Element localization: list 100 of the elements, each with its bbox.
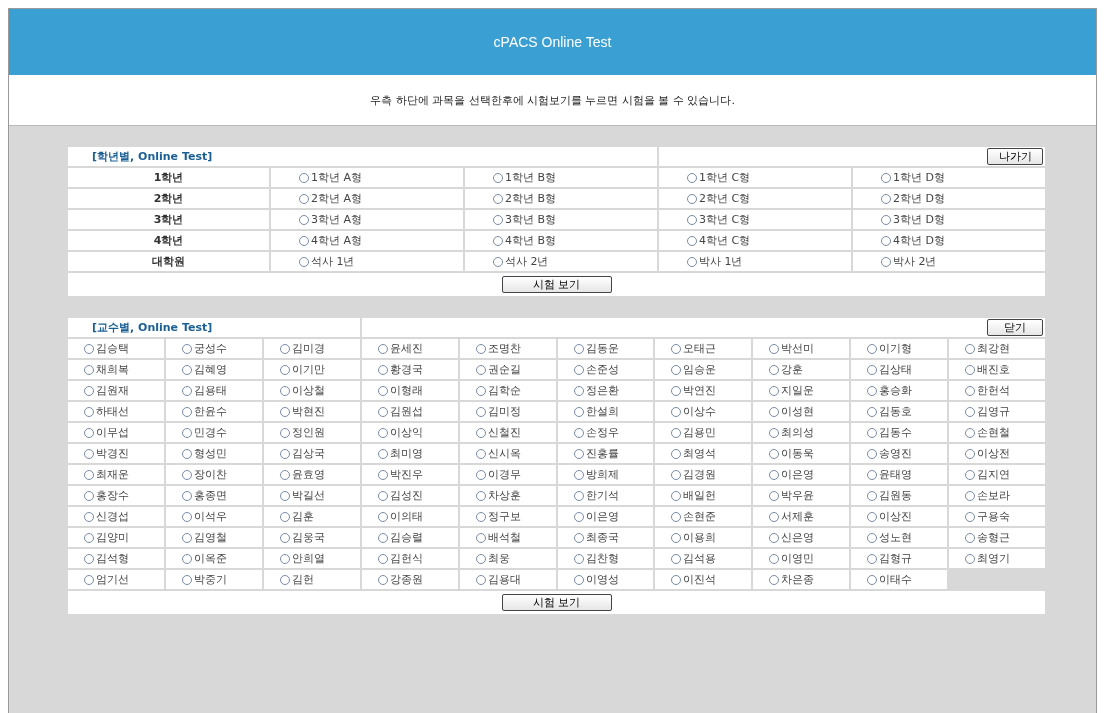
radio-button[interactable]: 김동수	[867, 425, 913, 440]
radio-button[interactable]: 배진호	[965, 362, 1011, 377]
radio-button[interactable]: 손준성	[573, 362, 619, 377]
radio-button[interactable]: 송영진	[867, 446, 913, 461]
radio-button[interactable]: 배석철	[475, 530, 521, 545]
radio-button[interactable]: 임승운	[671, 362, 717, 377]
radio-button[interactable]: 궁성수	[181, 341, 227, 356]
radio-button[interactable]: 차상훈	[475, 488, 521, 503]
radio-button[interactable]: 김동호	[867, 404, 913, 419]
radio-button[interactable]: 1학년 B형	[493, 170, 557, 185]
radio-button[interactable]: 홍승화	[867, 383, 913, 398]
radio-button[interactable]: 4학년 B형	[493, 233, 557, 248]
radio-button[interactable]: 한윤수	[181, 404, 227, 419]
radio-button[interactable]: 이상익	[377, 425, 423, 440]
radio-button[interactable]: 김헌식	[377, 551, 423, 566]
radio-button[interactable]: 김혜영	[181, 362, 227, 377]
radio-button[interactable]: 2학년 B형	[493, 191, 557, 206]
radio-button[interactable]: 박연진	[671, 383, 717, 398]
radio-button[interactable]: 박길선	[279, 488, 325, 503]
radio-button[interactable]: 이태수	[867, 572, 913, 587]
radio-button[interactable]: 4학년 D형	[881, 233, 945, 248]
radio-button[interactable]: 김상국	[279, 446, 325, 461]
radio-button[interactable]: 이의태	[377, 509, 423, 524]
radio-button[interactable]: 박경진	[84, 446, 129, 461]
radio-button[interactable]: 최웅	[475, 551, 510, 566]
radio-button[interactable]: 이은영	[573, 509, 619, 524]
radio-button[interactable]: 김찬형	[573, 551, 619, 566]
radio-button[interactable]: 윤태영	[867, 467, 913, 482]
radio-button[interactable]: 3학년 A형	[299, 212, 363, 227]
radio-button[interactable]: 이상전	[965, 446, 1011, 461]
radio-button[interactable]: 지일운	[769, 383, 815, 398]
radio-button[interactable]: 김원동	[867, 488, 913, 503]
radio-button[interactable]: 이석우	[181, 509, 227, 524]
radio-button[interactable]: 손현준	[671, 509, 717, 524]
radio-button[interactable]: 석사 1년	[299, 254, 355, 269]
close-button[interactable]: 닫기	[987, 319, 1043, 336]
radio-button[interactable]: 최종국	[573, 530, 619, 545]
radio-button[interactable]: 김헌	[279, 572, 314, 587]
radio-button[interactable]: 최의성	[769, 425, 815, 440]
radio-button[interactable]: 김영철	[181, 530, 227, 545]
radio-button[interactable]: 이기만	[279, 362, 325, 377]
radio-button[interactable]: 하태선	[84, 404, 129, 419]
radio-button[interactable]: 강훈	[769, 362, 804, 377]
radio-button[interactable]: 성노현	[867, 530, 913, 545]
radio-button[interactable]: 손현철	[965, 425, 1011, 440]
radio-button[interactable]: 윤세진	[377, 341, 423, 356]
radio-button[interactable]: 구용숙	[965, 509, 1011, 524]
radio-button[interactable]: 김훈	[279, 509, 314, 524]
radio-button[interactable]: 이기형	[867, 341, 913, 356]
radio-button[interactable]: 1학년 D형	[881, 170, 945, 185]
radio-button[interactable]: 김웅국	[279, 530, 325, 545]
radio-button[interactable]: 김지연	[965, 467, 1011, 482]
radio-button[interactable]: 박진우	[377, 467, 423, 482]
radio-button[interactable]: 박중기	[181, 572, 227, 587]
exit-button[interactable]: 나가기	[987, 148, 1043, 165]
radio-button[interactable]: 정구보	[475, 509, 521, 524]
radio-button[interactable]: 최영기	[965, 551, 1011, 566]
radio-button[interactable]: 이진석	[671, 572, 717, 587]
radio-button[interactable]: 김용태	[181, 383, 227, 398]
take-test-button[interactable]: 시험 보기	[501, 276, 612, 293]
radio-button[interactable]: 김성진	[377, 488, 423, 503]
radio-button[interactable]: 김원섭	[377, 404, 423, 419]
radio-button[interactable]: 형성민	[181, 446, 227, 461]
radio-button[interactable]: 방희제	[573, 467, 619, 482]
radio-button[interactable]: 4학년 C형	[687, 233, 751, 248]
radio-button[interactable]: 2학년 C형	[687, 191, 751, 206]
radio-button[interactable]: 오태근	[671, 341, 717, 356]
radio-button[interactable]: 박사 2년	[881, 254, 937, 269]
radio-button[interactable]: 차은종	[769, 572, 815, 587]
radio-button[interactable]: 홍장수	[84, 488, 129, 503]
radio-button[interactable]: 신경섭	[84, 509, 129, 524]
radio-button[interactable]: 이은영	[769, 467, 815, 482]
radio-button[interactable]: 정은환	[573, 383, 619, 398]
radio-button[interactable]: 이상수	[671, 404, 717, 419]
radio-button[interactable]: 박선미	[769, 341, 815, 356]
radio-button[interactable]: 이옥준	[181, 551, 227, 566]
radio-button[interactable]: 안희열	[279, 551, 325, 566]
radio-button[interactable]: 조명찬	[475, 341, 521, 356]
radio-button[interactable]: 송형근	[965, 530, 1011, 545]
radio-button[interactable]: 1학년 C형	[687, 170, 751, 185]
radio-button[interactable]: 이성현	[769, 404, 815, 419]
radio-button[interactable]: 강종원	[377, 572, 423, 587]
radio-button[interactable]: 엄기선	[84, 572, 129, 587]
radio-button[interactable]: 이무섭	[84, 425, 129, 440]
radio-button[interactable]: 1학년 A형	[299, 170, 363, 185]
radio-button[interactable]: 이형래	[377, 383, 423, 398]
radio-button[interactable]: 김승택	[84, 341, 129, 356]
radio-button[interactable]: 박우윤	[769, 488, 815, 503]
radio-button[interactable]: 이경무	[475, 467, 521, 482]
radio-button[interactable]: 김형규	[867, 551, 913, 566]
radio-button[interactable]: 손정우	[573, 425, 619, 440]
radio-button[interactable]: 권순길	[475, 362, 521, 377]
radio-button[interactable]: 서제훈	[769, 509, 815, 524]
radio-button[interactable]: 신철진	[475, 425, 521, 440]
radio-button[interactable]: 3학년 B형	[493, 212, 557, 227]
radio-button[interactable]: 한기석	[573, 488, 619, 503]
radio-button[interactable]: 홍종면	[181, 488, 227, 503]
radio-button[interactable]: 이상철	[279, 383, 325, 398]
radio-button[interactable]: 김미경	[279, 341, 325, 356]
radio-button[interactable]: 김미정	[475, 404, 521, 419]
